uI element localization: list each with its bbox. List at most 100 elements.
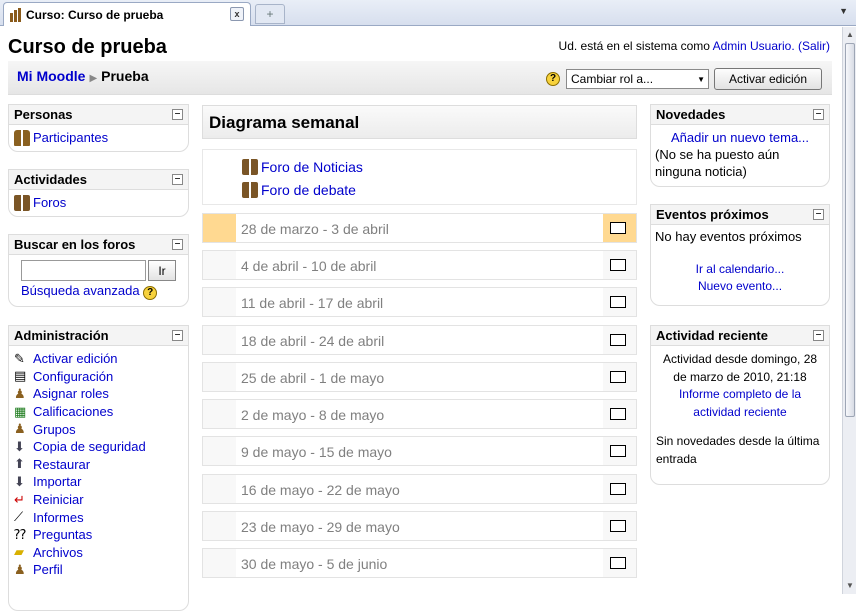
admin-item[interactable]: ⬆ Restaurar bbox=[14, 456, 183, 474]
admin-item[interactable]: ▦ Calificaciones bbox=[14, 403, 183, 421]
collapse-icon[interactable]: – bbox=[172, 109, 183, 120]
admin-link[interactable]: Configuración bbox=[33, 369, 113, 384]
collapse-icon[interactable]: – bbox=[172, 330, 183, 341]
block-content: ✎ Activar edición ▤ Configuración ♟ Asignar… bbox=[9, 346, 188, 583]
admin-link[interactable]: Perfil bbox=[33, 562, 63, 577]
block-eventos: Eventos próximos – No hay eventos próxim… bbox=[650, 204, 830, 306]
show-only-week-icon[interactable] bbox=[610, 371, 626, 383]
collapse-icon[interactable]: – bbox=[813, 209, 824, 220]
forum-search-input[interactable] bbox=[21, 260, 146, 281]
collapse-icon[interactable]: – bbox=[172, 174, 183, 185]
show-only-week-icon[interactable] bbox=[610, 557, 626, 569]
breadcrumb-separator-icon: ▶ bbox=[89, 73, 98, 84]
admin-link[interactable]: Grupos bbox=[33, 422, 76, 437]
week-label: 4 de abril - 10 de abril bbox=[241, 258, 377, 274]
reports-icon: ⟋ bbox=[14, 509, 24, 525]
participants-link[interactable]: Participantes bbox=[33, 130, 108, 145]
week-right-cell bbox=[603, 475, 636, 503]
admin-item[interactable]: ⬇ Copia de seguridad bbox=[14, 438, 183, 456]
scroll-down-icon[interactable]: ▼ bbox=[844, 579, 856, 593]
block-header: Administración – bbox=[9, 326, 188, 346]
advanced-search-link[interactable]: Búsqueda avanzada bbox=[21, 283, 140, 298]
new-event-link[interactable]: Nuevo evento... bbox=[698, 279, 782, 293]
admin-item[interactable]: ▤ Configuración bbox=[14, 368, 183, 386]
admin-item[interactable]: ↵ Reiniciar bbox=[14, 491, 183, 509]
admin-item[interactable]: ⁇ Preguntas bbox=[14, 526, 183, 544]
show-only-week-icon[interactable] bbox=[610, 334, 626, 346]
show-only-week-icon[interactable] bbox=[610, 408, 626, 420]
search-go-button[interactable]: Ir bbox=[148, 260, 176, 281]
news-forum-link[interactable]: Foro de Noticias bbox=[261, 159, 363, 175]
admin-link[interactable]: Reiniciar bbox=[33, 492, 84, 507]
profile-icon: ♟ bbox=[14, 561, 26, 577]
help-icon[interactable]: ? bbox=[546, 72, 560, 86]
week-section: 11 de abril - 17 de abril bbox=[202, 287, 637, 317]
logout-link[interactable]: (Salir) bbox=[798, 39, 830, 53]
admin-link[interactable]: Activar edición bbox=[33, 351, 118, 366]
show-only-week-icon[interactable] bbox=[610, 296, 626, 308]
breadcrumb-home[interactable]: Mi Moodle bbox=[17, 68, 85, 84]
week-label: 9 de mayo - 15 de mayo bbox=[241, 444, 392, 460]
block-content: Participantes bbox=[9, 125, 188, 151]
collapse-icon[interactable]: – bbox=[172, 239, 183, 250]
admin-item[interactable]: ♟ Perfil bbox=[14, 561, 183, 579]
user-link[interactable]: Admin Usuario. bbox=[713, 39, 795, 53]
admin-link[interactable]: Copia de seguridad bbox=[33, 439, 146, 454]
scrollbar-thumb[interactable] bbox=[845, 43, 855, 417]
help-icon[interactable]: ? bbox=[143, 286, 158, 300]
block-content: Ir Búsqueda avanzada ? bbox=[9, 255, 188, 302]
week-section: 23 de mayo - 29 de mayo bbox=[202, 511, 637, 541]
block-header: Buscar en los foros – bbox=[9, 235, 188, 255]
week-section: 4 de abril - 10 de abril bbox=[202, 250, 637, 280]
show-only-week-icon[interactable] bbox=[610, 445, 626, 457]
show-only-week-icon[interactable] bbox=[610, 483, 626, 495]
block-title: Novedades bbox=[656, 107, 726, 122]
week-section: 2 de mayo - 8 de mayo bbox=[202, 399, 637, 429]
activity-item[interactable]: Foro de Noticias bbox=[242, 155, 636, 178]
add-topic-link[interactable]: Añadir un nuevo tema... bbox=[671, 130, 809, 145]
admin-link[interactable]: Preguntas bbox=[33, 527, 92, 542]
block-title: Administración bbox=[14, 328, 109, 343]
vertical-scrollbar[interactable]: ▲ ▼ bbox=[842, 27, 856, 594]
close-tab-icon[interactable]: x bbox=[230, 7, 244, 21]
admin-item[interactable]: ♟ Asignar roles bbox=[14, 385, 183, 403]
admin-link[interactable]: Archivos bbox=[33, 545, 83, 560]
week-right-cell bbox=[603, 400, 636, 428]
show-only-week-icon[interactable] bbox=[610, 222, 626, 234]
admin-link[interactable]: Importar bbox=[33, 474, 81, 489]
week-label: 25 de abril - 1 de mayo bbox=[241, 370, 385, 386]
activity-item[interactable]: Foro de debate bbox=[242, 178, 636, 201]
no-news-since-text: Sin novedades desde la última entrada bbox=[656, 434, 820, 466]
forums-link[interactable]: Foros bbox=[33, 195, 66, 210]
week-section: 28 de marzo - 3 de abril bbox=[202, 213, 637, 243]
forums-item[interactable]: Foros bbox=[14, 194, 183, 212]
browser-tab[interactable]: Curso: Curso de prueba x bbox=[3, 2, 251, 26]
admin-item[interactable]: ✎ Activar edición bbox=[14, 350, 183, 368]
admin-item[interactable]: ♟ Grupos bbox=[14, 420, 183, 438]
edit-mode-button[interactable]: Activar edición bbox=[714, 68, 822, 90]
admin-link[interactable]: Asignar roles bbox=[33, 386, 109, 401]
admin-link[interactable]: Restaurar bbox=[33, 457, 90, 472]
calendar-link[interactable]: Ir al calendario... bbox=[696, 262, 785, 276]
collapse-icon[interactable]: – bbox=[813, 109, 824, 120]
admin-item[interactable]: ⟋ Informes bbox=[14, 508, 183, 526]
new-tab-button[interactable]: + bbox=[255, 4, 285, 24]
block-buscar: Buscar en los foros – Ir Búsqueda avanza… bbox=[8, 234, 189, 307]
show-only-week-icon[interactable] bbox=[610, 259, 626, 271]
role-select[interactable]: Cambiar rol a... ▼ bbox=[566, 69, 709, 89]
full-report-link[interactable]: Informe completo de la actividad recient… bbox=[679, 387, 801, 419]
block-content: No hay eventos próximos Ir al calendario… bbox=[651, 225, 829, 299]
collapse-icon[interactable]: – bbox=[813, 330, 824, 341]
tab-list-dropdown-icon[interactable]: ▼ bbox=[839, 6, 848, 16]
debate-forum-link[interactable]: Foro de debate bbox=[261, 182, 356, 198]
page: Curso de prueba Ud. está en el sistema c… bbox=[0, 27, 842, 611]
forum-icon bbox=[14, 194, 30, 211]
participants-item[interactable]: Participantes bbox=[14, 129, 183, 147]
admin-item[interactable]: ⬇ Importar bbox=[14, 473, 183, 491]
admin-link[interactable]: Informes bbox=[33, 510, 84, 525]
admin-link[interactable]: Calificaciones bbox=[33, 404, 113, 419]
block-actividad-reciente: Actividad reciente – Actividad desde dom… bbox=[650, 325, 830, 485]
admin-item[interactable]: ▰ Archivos bbox=[14, 544, 183, 562]
scroll-up-icon[interactable]: ▲ bbox=[844, 28, 856, 42]
show-only-week-icon[interactable] bbox=[610, 520, 626, 532]
